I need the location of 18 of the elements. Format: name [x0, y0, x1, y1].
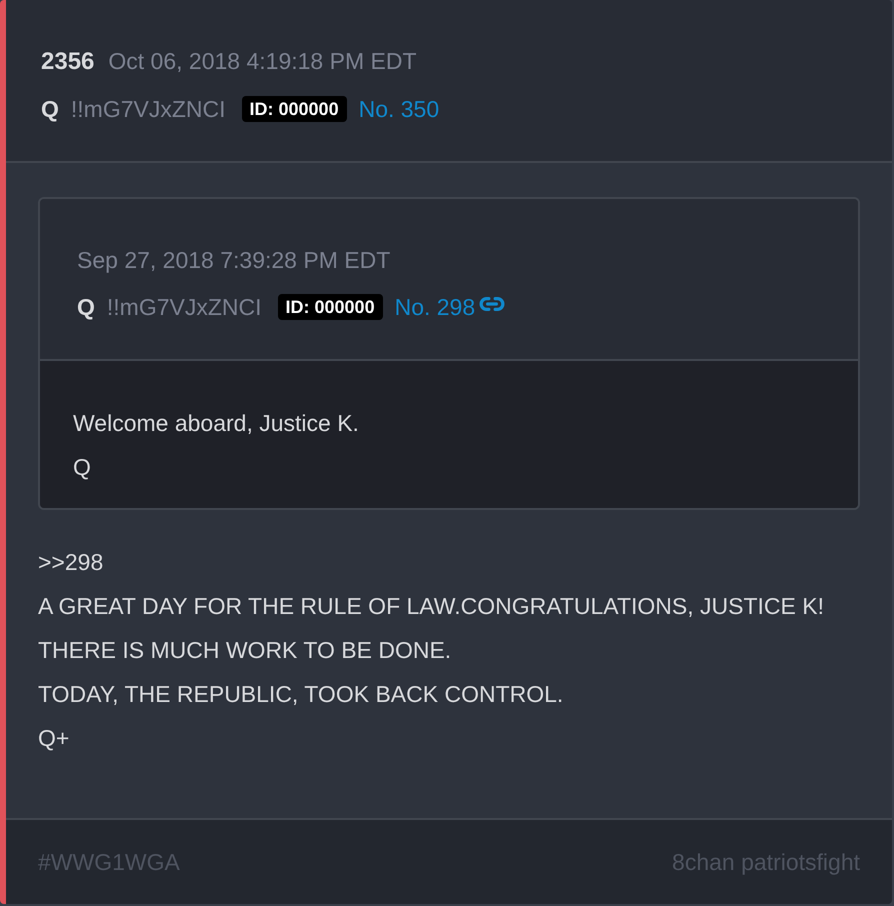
- quote-line: Q: [73, 453, 92, 482]
- post-link[interactable]: No. 350: [358, 92, 440, 126]
- quote-date: Sep 27, 2018 7:39:28 PM EDT: [77, 247, 390, 273]
- tripcode: !!mG7VJxZNCI: [70, 95, 226, 124]
- post-date: Oct 06, 2018 4:19:18 PM EDT: [108, 47, 416, 76]
- post-line: TODAY, THE REPUBLIC, TOOK BACK CONTROL.: [38, 680, 564, 709]
- id-badge: ID: 000000: [242, 96, 347, 122]
- author-name: Q: [77, 292, 95, 322]
- id-badge: ID: 000000: [278, 294, 383, 320]
- post-line: >>298: [38, 548, 104, 577]
- quote-line: Welcome aboard, Justice K.: [73, 409, 360, 438]
- post-link[interactable]: No. 298: [394, 290, 476, 324]
- post-line: A GREAT DAY FOR THE RULE OF LAW.CONGRATULATIONS, JUSTICE K!: [38, 592, 825, 621]
- tripcode: !!mG7VJxZNCI: [106, 292, 262, 322]
- post-line: Q+: [38, 724, 70, 753]
- post-number: 2356: [41, 47, 94, 77]
- post-line: THERE IS MUCH WORK TO BE DONE.: [38, 636, 452, 665]
- author-name: Q: [41, 95, 59, 124]
